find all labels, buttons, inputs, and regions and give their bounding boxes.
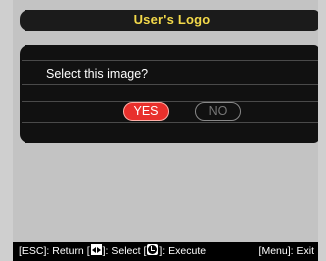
projector-menu-screen: User's Logo Select this image? YES NO [E… — [13, 0, 318, 261]
help-bar: [ESC]: Return [ ]: Select [ ]: Execute [Me… — [13, 242, 318, 261]
enter-icon — [147, 244, 159, 255]
confirmation-dialog: Select this image? YES NO — [20, 45, 318, 143]
dialog-divider — [22, 101, 318, 102]
no-button[interactable]: NO — [195, 102, 241, 121]
dialog-divider — [22, 84, 318, 85]
yes-button[interactable]: YES — [123, 102, 169, 121]
left-right-arrows-icon — [90, 244, 102, 255]
title-bar: User's Logo — [20, 10, 318, 31]
dialog-prompt: Select this image? — [46, 67, 149, 81]
menu-title: User's Logo — [133, 12, 211, 27]
menu-exit-hint: [Menu]: Exit — [258, 245, 314, 257]
esc-hint: [ESC]: Return [ — [19, 245, 90, 257]
help-instructions: [ESC]: Return [ ]: Select [ ]: Execute — [19, 242, 206, 261]
dialog-divider — [22, 60, 318, 61]
dialog-divider — [22, 122, 318, 123]
execute-hint: ]: Execute — [159, 245, 207, 257]
select-hint: ]: Select [ — [102, 245, 147, 257]
